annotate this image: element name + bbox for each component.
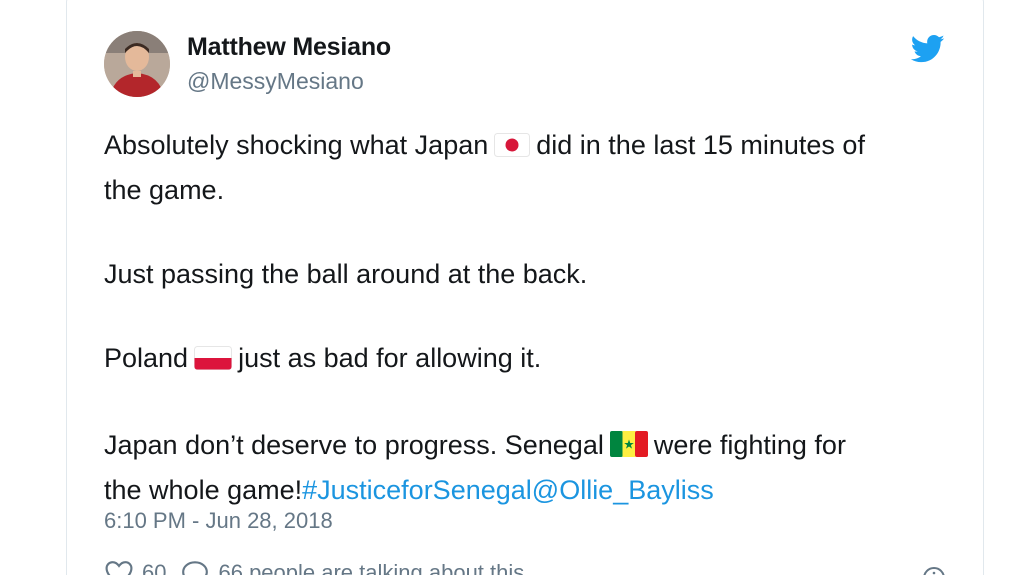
- tweet-actions: 60 66 people are talking about this: [104, 560, 538, 575]
- tweet-text-segment: Japan don’t deserve to progress. Senegal: [104, 430, 604, 460]
- tweet-text-segment: were fighting for: [653, 430, 846, 460]
- tweet-text-segment: just as bad for allowing it.: [238, 343, 542, 373]
- tweet-line: the whole game!#JusticeforSenegal@Ollie_…: [104, 469, 964, 511]
- speech-bubble-icon: [182, 561, 209, 575]
- talking-text: 66 people are talking about this: [218, 560, 525, 575]
- author-handle[interactable]: @MessyMesiano: [187, 68, 364, 95]
- tweet-line: Poland just as bad for allowing it.: [104, 337, 964, 382]
- senegal-flag-icon: [609, 427, 648, 469]
- like-button[interactable]: 60: [104, 560, 166, 575]
- hashtag-link[interactable]: #JusticeforSenegal: [302, 475, 532, 505]
- tweet-line: Just passing the ball around at the back…: [104, 259, 588, 289]
- poland-flag-icon: [194, 340, 233, 382]
- talking-button[interactable]: 66 people are talking about this: [180, 560, 524, 575]
- tweet-text-segment: did in the last 15 minutes of: [536, 130, 865, 160]
- japan-flag-icon: [494, 127, 531, 169]
- twitter-bird-icon[interactable]: [910, 34, 945, 64]
- heart-icon: [105, 561, 133, 575]
- tweet-timestamp[interactable]: 6:10 PM - Jun 28, 2018: [104, 508, 333, 534]
- tweet-line: Japan don’t deserve to progress. Senegal…: [104, 424, 964, 469]
- tweet-text-segment: Absolutely shocking what Japan: [104, 130, 489, 160]
- like-count: 60: [142, 560, 167, 575]
- tweet-embed-page: Matthew Mesiano @MessyMesiano Absolutely…: [0, 0, 1024, 575]
- tweet-text: Absolutely shocking what Japan did in the…: [104, 124, 964, 511]
- avatar-image: [104, 31, 170, 97]
- mention-link[interactable]: @Ollie_Bayliss: [532, 475, 714, 505]
- author-display-name[interactable]: Matthew Mesiano: [187, 33, 391, 62]
- info-icon[interactable]: [922, 566, 946, 575]
- tweet-line: Absolutely shocking what Japan did in the…: [104, 124, 964, 169]
- tweet-text-segment: Poland: [104, 343, 189, 373]
- tweet-line: the game.: [104, 175, 225, 205]
- avatar[interactable]: [104, 31, 170, 97]
- tweet-text-segment: the whole game!: [104, 475, 303, 505]
